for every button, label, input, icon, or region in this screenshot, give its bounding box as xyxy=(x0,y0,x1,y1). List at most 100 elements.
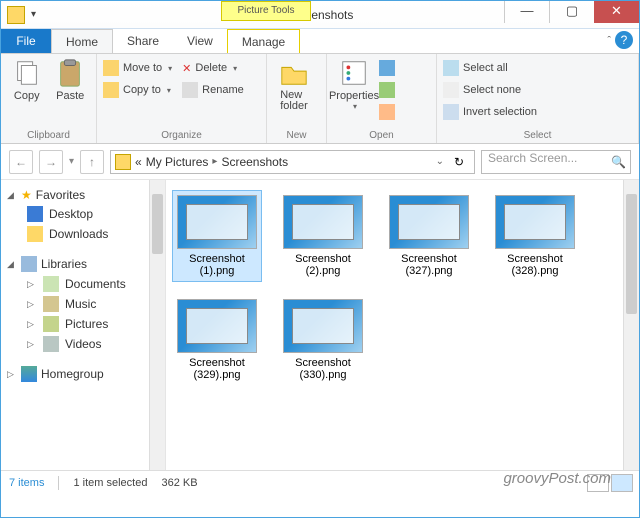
file-list[interactable]: Screenshot (1).png Screenshot (2).png Sc… xyxy=(166,180,639,470)
music-icon xyxy=(43,296,59,312)
desktop-icon xyxy=(27,206,43,222)
thumbnail-icon xyxy=(389,195,469,249)
nav-pictures[interactable]: ▷Pictures xyxy=(5,314,161,334)
group-new-label: New xyxy=(273,130,320,141)
address-dropdown-icon[interactable]: ⌄ xyxy=(436,156,444,167)
crumb-2[interactable]: Screenshots xyxy=(221,155,288,169)
crumb-0[interactable]: « xyxy=(135,155,142,169)
thumbnail-icon xyxy=(177,299,257,353)
invert-label: Invert selection xyxy=(463,106,537,118)
nav-documents[interactable]: ▷ Documents xyxy=(5,274,161,294)
copy-button[interactable]: Copy xyxy=(7,58,47,102)
delete-button[interactable]: ✕Delete xyxy=(182,58,244,78)
tab-share[interactable]: Share xyxy=(113,29,173,53)
chevron-right-icon[interactable]: ▸ xyxy=(212,156,217,167)
nav-favorites[interactable]: ◢★Favorites xyxy=(5,186,161,204)
selectnone-label: Select none xyxy=(463,84,521,96)
file-item[interactable]: Screenshot (329).png xyxy=(172,294,262,386)
nav-homegroup[interactable]: ▷Homegroup xyxy=(5,364,161,384)
file-item[interactable]: Screenshot (330).png xyxy=(278,294,368,386)
nav-music[interactable]: ▷Music xyxy=(5,294,161,314)
rename-button[interactable]: Rename xyxy=(182,80,244,100)
nav-libraries[interactable]: ◢Libraries xyxy=(5,254,161,274)
rename-icon xyxy=(182,82,198,98)
search-input[interactable]: Search Screen... 🔍 xyxy=(481,150,631,174)
nav-scrollbar[interactable] xyxy=(149,180,165,470)
minimize-button[interactable]: — xyxy=(504,1,549,23)
history-button[interactable] xyxy=(379,102,395,122)
expand-icon: ▷ xyxy=(27,339,37,350)
edit-button[interactable] xyxy=(379,80,395,100)
copyto-icon xyxy=(103,82,119,98)
tab-home[interactable]: Home xyxy=(51,29,113,53)
file-item[interactable]: Screenshot (1).png xyxy=(172,190,262,282)
qat-dropdown-icon[interactable]: ▾ xyxy=(31,9,42,20)
paste-button[interactable]: Paste xyxy=(51,58,91,102)
selectnone-icon xyxy=(443,82,459,98)
nav-downloads[interactable]: Downloads xyxy=(5,224,161,244)
nav-desktop[interactable]: Desktop xyxy=(5,204,161,224)
group-select: Select all Select none Invert selection … xyxy=(437,54,639,143)
rename-label: Rename xyxy=(202,84,244,96)
ribbon-collapse-icon[interactable]: ˆ xyxy=(607,35,611,47)
copy-icon xyxy=(12,58,42,88)
maximize-button[interactable]: ▢ xyxy=(549,1,594,23)
tab-manage[interactable]: Manage xyxy=(227,29,300,53)
app-icon xyxy=(7,6,25,24)
properties-label: Properties xyxy=(329,90,379,102)
close-button[interactable]: ✕ xyxy=(594,1,639,23)
history-icon xyxy=(379,104,395,120)
downloads-icon xyxy=(27,226,43,242)
forward-button[interactable]: → xyxy=(39,150,63,174)
details-view-button[interactable] xyxy=(587,474,609,492)
nav-downloads-label: Downloads xyxy=(49,227,108,241)
invert-button[interactable]: Invert selection xyxy=(443,102,632,122)
group-open: Properties Open xyxy=(327,54,437,143)
nav-documents-label: Documents xyxy=(65,277,126,291)
content-scrollbar[interactable] xyxy=(623,180,639,470)
file-name: Screenshot (329).png xyxy=(177,357,257,381)
selectnone-button[interactable]: Select none xyxy=(443,80,632,100)
properties-button[interactable]: Properties xyxy=(333,58,375,111)
expand-icon: ▷ xyxy=(27,279,37,290)
homegroup-icon xyxy=(21,366,37,382)
back-button[interactable]: ← xyxy=(9,150,33,174)
help-icon[interactable]: ? xyxy=(615,31,633,49)
copy-label: Copy xyxy=(14,90,40,102)
recent-locations-icon[interactable]: ▾ xyxy=(69,156,74,167)
nav-videos[interactable]: ▷ Videos xyxy=(5,334,161,354)
thumbnails-view-button[interactable] xyxy=(611,474,633,492)
tab-file[interactable]: File xyxy=(1,29,51,53)
star-icon: ★ xyxy=(21,188,32,202)
refresh-button[interactable]: ↻ xyxy=(448,155,470,169)
tab-view[interactable]: View xyxy=(173,29,227,53)
ribbon: Copy Paste Clipboard Move to Copy to ✕De… xyxy=(1,54,639,144)
address-zone: ← → ▾ ↑ « My Pictures ▸ Screenshots ⌄ ↻ … xyxy=(1,144,639,180)
moveto-label: Move to xyxy=(123,62,162,74)
address-bar[interactable]: « My Pictures ▸ Screenshots ⌄ ↻ xyxy=(110,150,475,174)
thumbnail-icon xyxy=(495,195,575,249)
thumbnail-icon xyxy=(177,195,257,249)
collapse-icon: ◢ xyxy=(7,259,17,270)
search-icon: 🔍 xyxy=(611,155,626,169)
moveto-button[interactable]: Move to xyxy=(103,58,172,78)
search-placeholder: Search Screen... xyxy=(488,151,577,165)
paste-icon xyxy=(55,58,85,88)
file-item[interactable]: Screenshot (2).png xyxy=(278,190,368,282)
open-button[interactable] xyxy=(379,58,395,78)
collapse-icon: ◢ xyxy=(7,190,17,201)
paste-label: Paste xyxy=(56,90,84,102)
selectall-button[interactable]: Select all xyxy=(443,58,632,78)
file-item[interactable]: Screenshot (328).png xyxy=(490,190,580,282)
up-button[interactable]: ↑ xyxy=(80,150,104,174)
location-folder-icon xyxy=(115,154,131,170)
nav-videos-label: Videos xyxy=(65,337,101,351)
delete-label: Delete xyxy=(195,62,227,74)
videos-icon xyxy=(43,336,59,352)
newfolder-button[interactable]: New folder xyxy=(273,58,315,112)
crumb-1[interactable]: My Pictures xyxy=(146,155,209,169)
group-organize-label: Organize xyxy=(103,130,260,141)
nav-pane: ◢★Favorites Desktop Downloads ◢Libraries… xyxy=(1,180,166,470)
file-item[interactable]: Screenshot (327).png xyxy=(384,190,474,282)
copyto-button[interactable]: Copy to xyxy=(103,80,172,100)
